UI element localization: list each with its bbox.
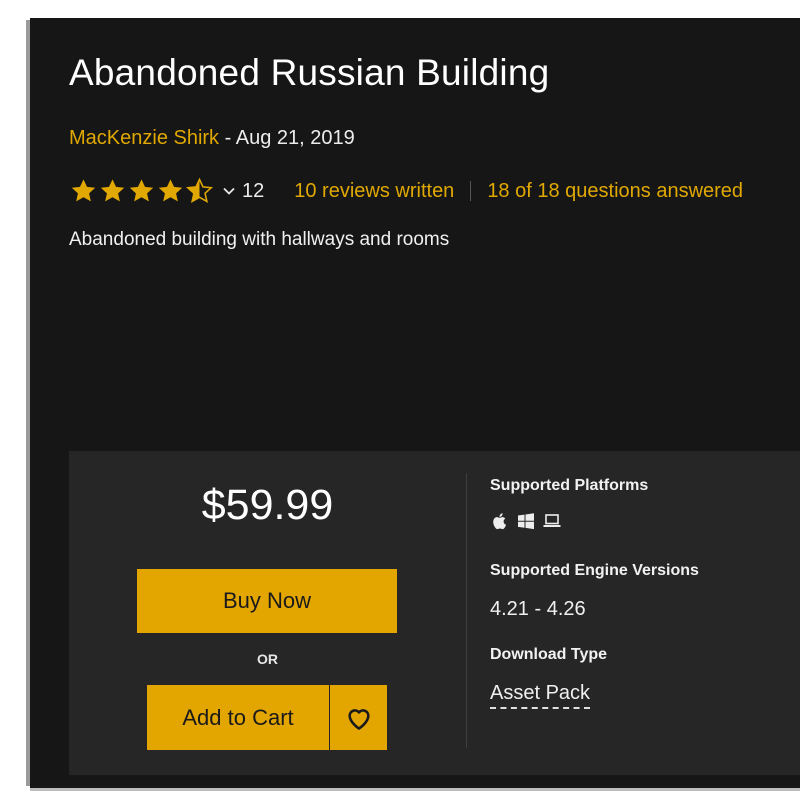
- star-rating[interactable]: [69, 177, 214, 206]
- chevron-down-icon[interactable]: [222, 184, 236, 198]
- star-icon-full: [129, 178, 154, 201]
- product-description: Abandoned building with hallways and roo…: [69, 229, 450, 250]
- engine-versions-value: 4.21 - 4.26: [490, 598, 586, 620]
- rating-row: 12 10 reviews written 18 of 18 questions…: [69, 175, 743, 207]
- link-divider: [470, 181, 472, 201]
- star-icon-half: [185, 177, 214, 203]
- platforms-heading: Supported Platforms: [490, 477, 649, 494]
- download-type-heading: Download Type: [490, 646, 608, 663]
- windows-icon: [518, 513, 534, 530]
- star-icon-full: [100, 178, 125, 201]
- release-date: Aug 21, 2019: [235, 127, 355, 149]
- questions-link[interactable]: 18 of 18 questions answered: [487, 180, 743, 203]
- byline-separator: -: [219, 127, 236, 149]
- byline: MacKenzie Shirk - Aug 21, 2019: [69, 127, 355, 150]
- author-link[interactable]: MacKenzie Shirk: [69, 127, 219, 149]
- panel-divider: [466, 473, 467, 748]
- product-title: Abandoned Russian Building: [69, 52, 550, 93]
- apple-icon: [493, 513, 507, 530]
- laptop-icon: [543, 514, 561, 527]
- purchase-panel: $59.99 Buy Now OR Add to Cart Supported …: [69, 451, 800, 775]
- reviews-link[interactable]: 10 reviews written: [294, 180, 454, 203]
- download-type-value[interactable]: Asset Pack: [490, 682, 591, 709]
- or-label: OR: [257, 651, 278, 667]
- rating-count: 12: [242, 179, 265, 202]
- star-icon-full: [71, 178, 96, 201]
- star-icon-full: [158, 178, 183, 201]
- heart-icon: [347, 708, 370, 730]
- price: $59.99: [201, 481, 334, 529]
- engine-versions-heading: Supported Engine Versions: [490, 562, 699, 579]
- platform-icons: [490, 511, 562, 531]
- buy-now-button[interactable]: Buy Now: [137, 569, 397, 633]
- add-to-cart-button[interactable]: Add to Cart: [147, 685, 329, 750]
- wishlist-button[interactable]: [330, 685, 387, 750]
